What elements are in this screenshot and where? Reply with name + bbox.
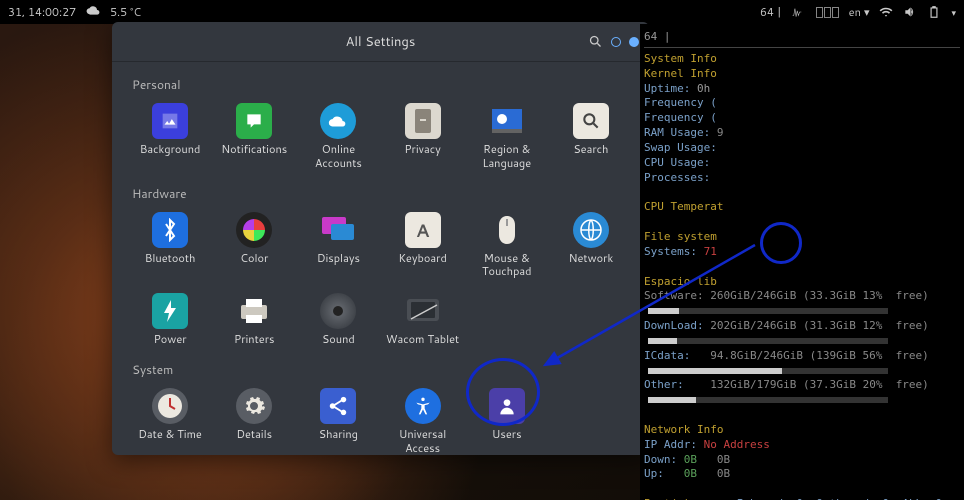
settings-item-network[interactable]: Network: [549, 206, 633, 286]
settings-title: All Settings: [124, 33, 637, 51]
network-icon: [573, 212, 609, 248]
section-personal: Personal: [132, 76, 633, 93]
settings-item-users[interactable]: Users: [465, 382, 549, 455]
settings-item-color[interactable]: Color: [212, 206, 296, 286]
settings-item-universal-access[interactable]: Universal Access: [380, 382, 464, 455]
settings-item-online-accounts[interactable]: Online Accounts: [296, 97, 380, 177]
sharing-icon: [320, 388, 356, 424]
settings-item-datetime[interactable]: Date & Time: [128, 382, 212, 455]
privacy-icon: [405, 103, 441, 139]
view-grid-toggle[interactable]: [611, 37, 621, 47]
notifications-icon: [236, 103, 272, 139]
settings-item-region[interactable]: Region & Language: [465, 97, 549, 177]
wifi-icon[interactable]: [879, 5, 893, 19]
clock-icon: [152, 388, 188, 424]
settings-item-mouse[interactable]: Mouse & Touchpad: [465, 206, 549, 286]
settings-item-search[interactable]: Search: [549, 97, 633, 177]
keyboard-icon: A: [405, 212, 441, 248]
view-list-toggle[interactable]: [629, 37, 639, 47]
mouse-icon: [489, 212, 525, 248]
settings-item-wacom[interactable]: Wacom Tablet: [380, 287, 464, 353]
lang-indicator[interactable]: en ▾: [849, 4, 870, 20]
search-settings-icon: [573, 103, 609, 139]
workspace-indicator[interactable]: [816, 7, 839, 18]
fs-row: ICdata: 94.8GiB/246GiB (139GiB 56% free): [644, 349, 960, 364]
background-icon: [152, 103, 188, 139]
settings-item-printers[interactable]: Printers: [212, 287, 296, 353]
settings-item-sound[interactable]: Sound: [296, 287, 380, 353]
settings-item-background[interactable]: Background: [128, 97, 212, 177]
fs-row: DownLoad: 202GiB/246GiB (31.3GiB 12% fre…: [644, 319, 960, 334]
battery-tray-icon[interactable]: [927, 5, 941, 19]
users-icon: [489, 388, 525, 424]
settings-item-details[interactable]: Details: [212, 382, 296, 455]
sysinfo-header: System Info: [644, 52, 960, 67]
settings-header: All Settings: [112, 22, 649, 62]
search-icon[interactable]: [588, 34, 603, 49]
sound-icon: [320, 293, 356, 329]
settings-item-keyboard[interactable]: A Keyboard: [380, 206, 464, 286]
weather: [86, 3, 100, 21]
printers-icon: [236, 293, 272, 329]
settings-item-sharing[interactable]: Sharing: [296, 382, 380, 455]
power-icon: [152, 293, 188, 329]
netinfo-header: Network Info: [644, 423, 960, 438]
displays-icon: [320, 212, 356, 248]
bluetooth-icon: [152, 212, 188, 248]
color-icon: [236, 212, 272, 248]
wacom-icon: [405, 293, 441, 329]
region-icon: [489, 103, 525, 139]
cloud-icon: [320, 103, 356, 139]
settings-item-bluetooth[interactable]: Bluetooth: [128, 206, 212, 286]
fs-row: Software: 260GiB/246GiB (33.3GiB 13% fre…: [644, 289, 960, 304]
settings-item-privacy[interactable]: Privacy: [380, 97, 464, 177]
settings-window: All Settings Personal Background Notific…: [112, 22, 649, 455]
clock: 31, 14:00:27: [8, 4, 76, 20]
cloud-icon: [86, 3, 100, 17]
temp: 5.5 °C: [110, 4, 141, 20]
system-info-panel: 64 | System Info Kernel Info Uptime: 0h …: [640, 24, 964, 500]
section-system: System: [132, 361, 633, 378]
universal-access-icon: [405, 388, 441, 424]
settings-item-power[interactable]: Power: [128, 287, 212, 353]
topbar: 31, 14:00:27 5.5 °C 64 | en ▾ ▾: [0, 0, 964, 24]
gear-icon: [236, 388, 272, 424]
section-hardware: Hardware: [132, 185, 633, 202]
volume-tray-icon[interactable]: [903, 5, 917, 19]
chevron-down-icon[interactable]: ▾: [951, 6, 956, 19]
fs-row: Other: 132GiB/179GiB (37.3GiB 20% free): [644, 378, 960, 393]
settings-item-notifications[interactable]: Notifications: [212, 97, 296, 177]
settings-item-displays[interactable]: Displays: [296, 206, 380, 286]
cpu-badge: 64 |: [760, 4, 782, 20]
net-activity-icon: [792, 5, 806, 19]
